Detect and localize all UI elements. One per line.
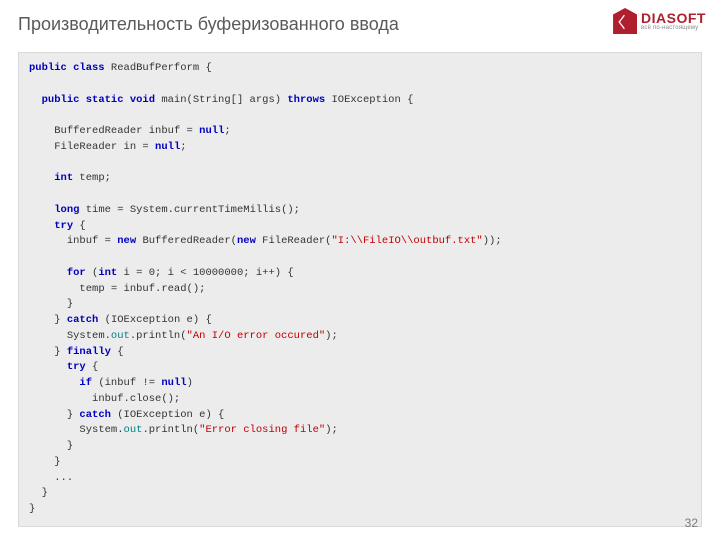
brand-logo-icon xyxy=(613,8,637,34)
kw: throws xyxy=(287,94,325,106)
kw: long xyxy=(54,204,79,216)
brand-tagline: всё по-настоящему xyxy=(641,25,706,31)
brand-logo: DIASOFT всё по-настоящему xyxy=(613,8,706,34)
kw: new xyxy=(237,235,256,247)
slide-header: Производительность буферизованного ввода… xyxy=(0,0,720,48)
kw: catch xyxy=(67,314,99,326)
string: "I:\\FileIO\\outbuf.txt" xyxy=(332,235,483,247)
page-number: 32 xyxy=(685,516,698,530)
kw: null xyxy=(199,125,224,137)
kw: public class xyxy=(29,62,105,74)
kw: null xyxy=(161,377,186,389)
kw: try xyxy=(67,361,86,373)
code-sample: public class ReadBufPerform { public sta… xyxy=(18,52,702,527)
kw: try xyxy=(54,220,73,232)
string: "Error closing file" xyxy=(199,424,325,436)
field: out xyxy=(124,424,143,436)
brand-logo-text: DIASOFT всё по-настоящему xyxy=(641,11,706,31)
kw: null xyxy=(155,141,180,153)
kw: new xyxy=(117,235,136,247)
string: "An I/O error occured" xyxy=(187,330,326,342)
kw: catch xyxy=(79,409,111,421)
kw: finally xyxy=(67,346,111,358)
kw: public static void xyxy=(42,94,155,106)
kw: int xyxy=(98,267,117,279)
kw: int xyxy=(54,172,73,184)
field: out xyxy=(111,330,130,342)
kw: if xyxy=(79,377,92,389)
slide-title: Производительность буферизованного ввода xyxy=(18,14,399,35)
kw: for xyxy=(67,267,86,279)
brand-name: DIASOFT xyxy=(641,11,706,25)
